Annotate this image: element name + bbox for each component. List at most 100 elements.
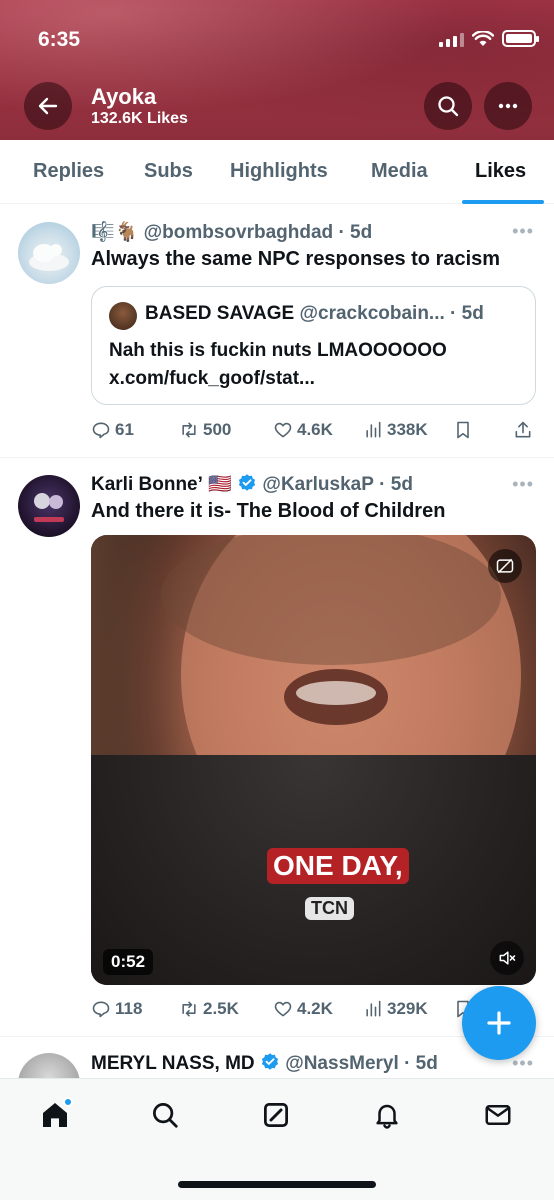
search-icon xyxy=(153,1103,178,1128)
like-count: 4.2K xyxy=(297,999,333,1018)
wifi-icon xyxy=(472,30,494,46)
notification-dot xyxy=(63,1097,73,1107)
share-button[interactable] xyxy=(513,420,533,440)
avatar[interactable] xyxy=(18,1053,80,1078)
bookmark-icon xyxy=(457,421,469,439)
verified-badge-icon xyxy=(261,1053,278,1070)
nav-messages[interactable] xyxy=(478,1095,518,1135)
avatar[interactable] xyxy=(18,475,80,537)
post[interactable]: 🎼🐐 @bombsovrbaghdad · 5d ••• Always the … xyxy=(0,205,554,458)
video-caption: ONE DAY, xyxy=(267,848,409,884)
post-more-icon[interactable]: ••• xyxy=(512,221,534,242)
reply-button[interactable]: 118 xyxy=(91,999,142,1019)
nav-notifications[interactable] xyxy=(367,1095,407,1135)
quote-avatar xyxy=(109,302,137,330)
post-more-icon[interactable]: ••• xyxy=(512,474,534,495)
views-button[interactable]: 329K xyxy=(363,999,428,1019)
views-count: 338K xyxy=(387,420,428,439)
bell-icon xyxy=(376,1104,398,1129)
more-button[interactable] xyxy=(484,82,532,130)
reply-icon xyxy=(92,1001,110,1018)
reply-count: 118 xyxy=(115,999,143,1018)
quoted-post[interactable]: BASED SAVAGE @crackcobain... · 5d Nah th… xyxy=(91,286,536,405)
heart-icon xyxy=(274,422,292,438)
arrow-left-icon xyxy=(38,97,58,115)
repost-button[interactable]: 2.5K xyxy=(179,999,239,1019)
post-header: Karli Bonne’ 🇺🇸 @KarluskaP · 5d xyxy=(91,472,413,496)
profile-likes-count: 132.6K Likes xyxy=(91,110,188,127)
nav-grok[interactable] xyxy=(256,1095,296,1135)
author-name-emoji[interactable]: 🎼🐐 xyxy=(91,222,138,243)
active-tab-indicator xyxy=(462,200,544,204)
quote-time: · 5d xyxy=(450,303,484,324)
post-header: MERYL NASS, MD @NassMeryl · 5d xyxy=(91,1052,438,1075)
author-handle[interactable]: @bombsovrbaghdad xyxy=(144,222,334,243)
views-icon xyxy=(366,421,381,438)
tab-replies[interactable]: Replies xyxy=(33,160,104,183)
post[interactable]: Karli Bonne’ 🇺🇸 @KarluskaP · 5d ••• And … xyxy=(0,459,554,1037)
author-handle[interactable]: @NassMeryl xyxy=(285,1053,399,1074)
repost-count: 500 xyxy=(203,420,232,439)
tab-subs[interactable]: Subs xyxy=(144,160,193,183)
plus-icon xyxy=(487,1011,511,1035)
repost-count: 2.5K xyxy=(203,999,239,1018)
views-icon xyxy=(366,1000,381,1017)
post-time: · 5d xyxy=(338,222,373,243)
polar-bear-image xyxy=(29,244,69,271)
views-count: 329K xyxy=(387,999,428,1018)
search-icon xyxy=(438,96,459,117)
tab-highlights[interactable]: Highlights xyxy=(230,160,328,183)
home-indicator[interactable] xyxy=(178,1181,376,1188)
profile-tabs: Replies Subs Highlights Media Likes xyxy=(0,140,554,204)
author-name[interactable]: Karli Bonne’ xyxy=(91,474,203,495)
search-button[interactable] xyxy=(424,82,472,130)
post-time: · 5d xyxy=(404,1053,438,1074)
profile-header: 6:35 Ayoka 132.6K Likes xyxy=(0,0,554,140)
post-text: And there it is- The Blood of Children xyxy=(91,500,446,522)
tab-likes[interactable]: Likes xyxy=(475,160,526,183)
more-icon xyxy=(498,103,518,109)
nav-search[interactable] xyxy=(145,1095,185,1135)
flag-icon: 🇺🇸 xyxy=(208,474,232,495)
post-actions: 61 500 4.6K 338K xyxy=(91,420,536,444)
back-button[interactable] xyxy=(24,82,72,130)
author-name[interactable]: MERYL NASS, MD xyxy=(91,1053,255,1074)
tab-media[interactable]: Media xyxy=(371,160,428,183)
battery-icon xyxy=(502,30,539,47)
video-watermark: TCN xyxy=(305,897,354,920)
status-time: 6:35 xyxy=(38,28,81,51)
signal-icon xyxy=(439,31,464,47)
video-duration: 0:52 xyxy=(103,949,154,975)
video-player[interactable]: ONE DAY, TCN 0:52 xyxy=(91,535,536,985)
author-handle[interactable]: @KarluskaP xyxy=(262,474,373,495)
quote-link: x.com/fuck_goof/stat... xyxy=(109,368,315,389)
views-button[interactable]: 338K xyxy=(363,420,428,440)
like-count: 4.6K xyxy=(297,420,333,439)
post-text: Always the same NPC responses to racism xyxy=(91,248,501,270)
nav-home[interactable] xyxy=(35,1095,75,1135)
quote-author-name: BASED SAVAGE xyxy=(145,303,295,324)
captions-button[interactable] xyxy=(488,549,522,583)
speaker-muted-icon xyxy=(499,951,516,965)
repost-icon xyxy=(182,1001,196,1017)
reply-count: 61 xyxy=(115,420,134,439)
heart-icon xyxy=(274,1001,292,1017)
post-header: 🎼🐐 @bombsovrbaghdad · 5d xyxy=(91,220,372,244)
profile-name: Ayoka xyxy=(91,84,157,109)
repost-button[interactable]: 500 xyxy=(179,420,231,440)
like-button[interactable]: 4.6K xyxy=(273,420,333,440)
compose-button[interactable] xyxy=(462,986,536,1060)
share-icon xyxy=(515,421,531,438)
quote-text: Nah this is fuckin nuts LMAOOOOOO xyxy=(109,340,447,361)
reply-button[interactable]: 61 xyxy=(91,420,134,440)
verified-badge-icon xyxy=(239,474,256,491)
reply-icon xyxy=(92,422,110,439)
status-icons xyxy=(439,30,539,47)
avatar[interactable] xyxy=(18,222,80,284)
quote-author-handle: @crackcobain... xyxy=(299,303,445,324)
captions-off-icon xyxy=(496,558,514,574)
grok-icon xyxy=(264,1103,288,1127)
like-button[interactable]: 4.2K xyxy=(273,999,333,1019)
bookmark-button[interactable] xyxy=(453,420,473,440)
mute-button[interactable] xyxy=(490,941,524,975)
